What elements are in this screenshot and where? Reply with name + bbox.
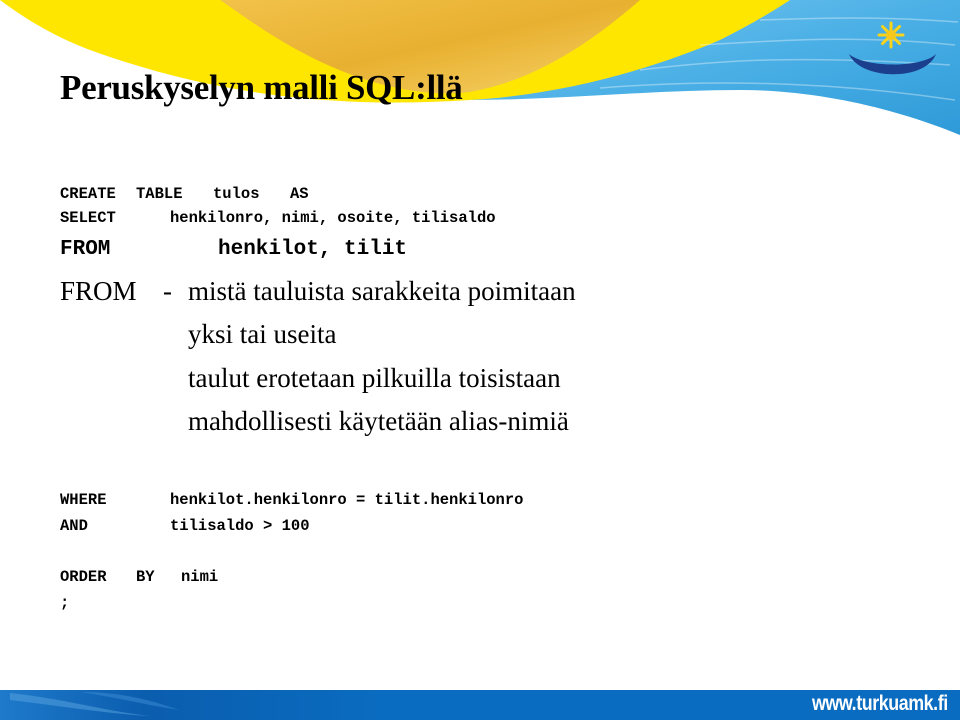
sql-order-keyword: ORDER bbox=[60, 568, 107, 586]
sql-as-keyword: AS bbox=[290, 185, 309, 203]
explanation-line: mahdollisesti käytetään alias-nimiä bbox=[188, 406, 569, 436]
explanation-heading: FROM bbox=[60, 276, 137, 306]
sql-where-condition: henkilot.henkilonro = tilit.henkilonro bbox=[170, 491, 524, 509]
sql-from-keyword: FROM bbox=[60, 238, 111, 261]
sql-where-keyword: WHERE bbox=[60, 491, 107, 509]
sql-table-name: tulos bbox=[213, 185, 260, 203]
explanation-line: yksi tai useita bbox=[188, 319, 337, 349]
sql-from-tables: henkilot, tilit bbox=[218, 238, 408, 261]
slide-title: Peruskyselyn malli SQL:llä bbox=[60, 68, 463, 107]
sql-and-condition: tilisaldo > 100 bbox=[170, 517, 310, 535]
footer-url: www.turkuamk.fi bbox=[812, 692, 948, 715]
sql-order-column: nimi bbox=[181, 568, 219, 586]
sql-select-keyword: SELECT bbox=[60, 209, 116, 227]
sql-table-keyword: TABLE bbox=[136, 185, 183, 203]
sql-by-keyword: BY bbox=[136, 568, 155, 586]
explanation-dash: - bbox=[163, 276, 172, 306]
explanation-line: taulut erotetaan pilkuilla toisistaan bbox=[188, 363, 561, 393]
explanation-line: mistä tauluista sarakkeita poimitaan bbox=[188, 276, 576, 306]
sql-create-keyword: CREATE bbox=[60, 185, 116, 203]
sql-and-keyword: AND bbox=[60, 517, 88, 535]
sql-select-columns: henkilonro, nimi, osoite, tilisaldo bbox=[170, 209, 496, 227]
sql-terminator: ; bbox=[60, 594, 70, 612]
